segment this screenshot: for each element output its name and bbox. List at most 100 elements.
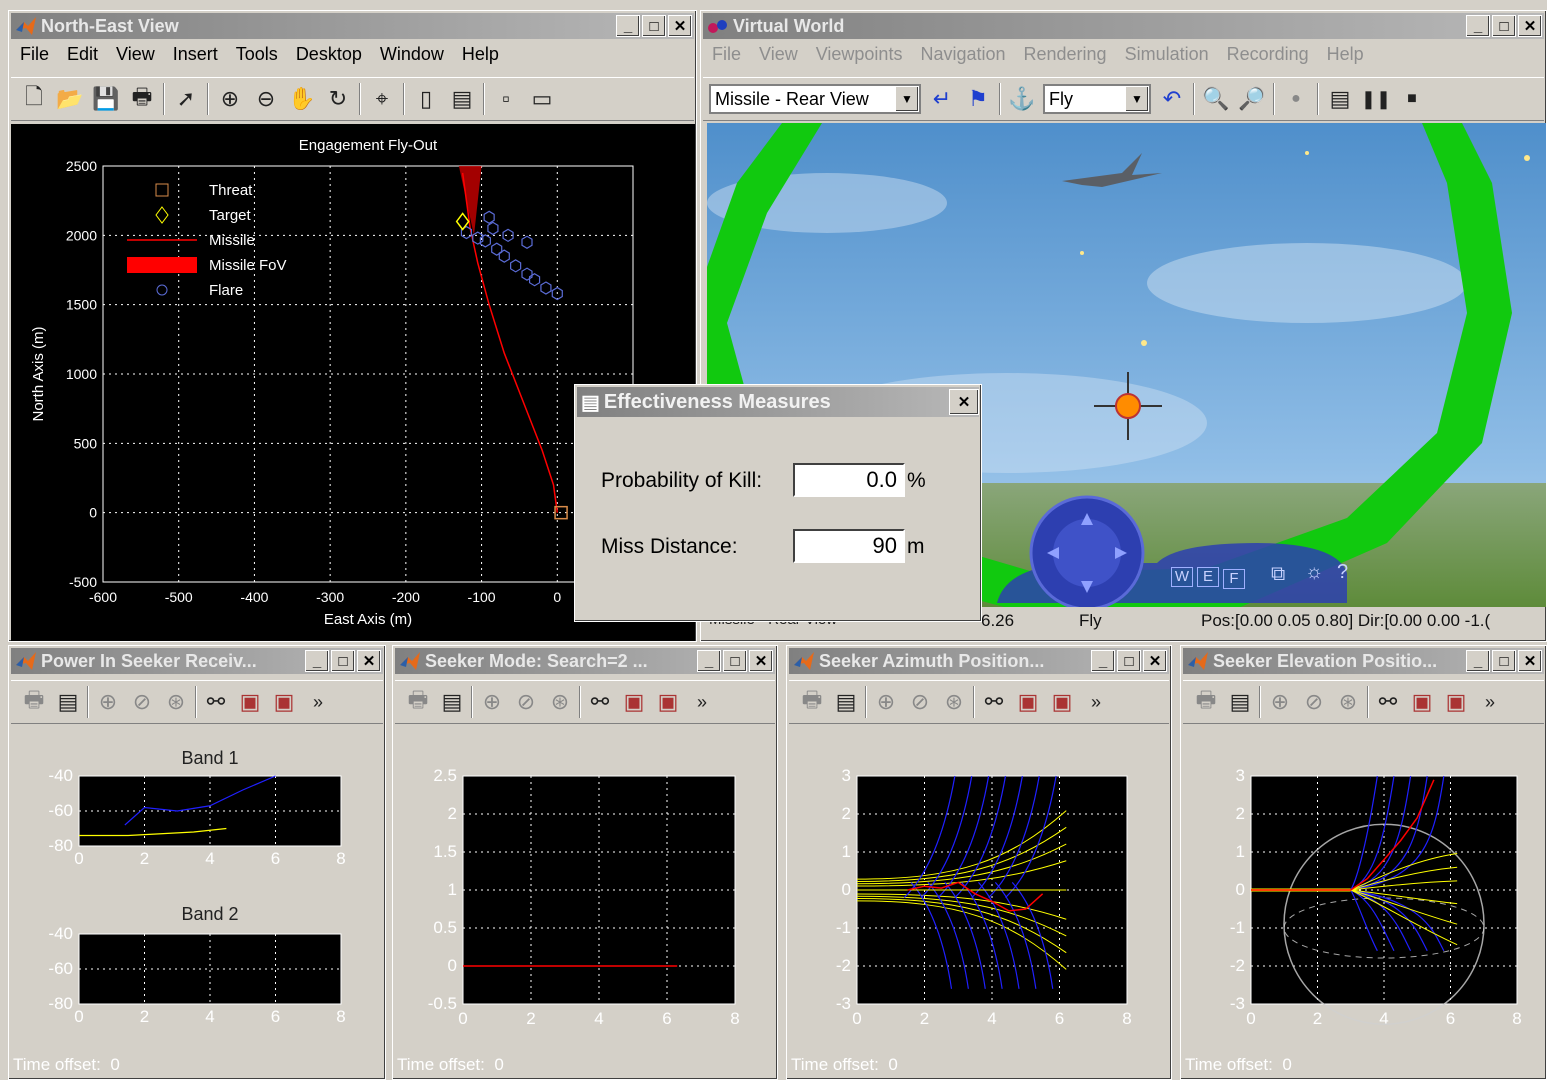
more-tools-icon[interactable]: » — [303, 686, 333, 718]
restore-axes-icon[interactable]: ▣ — [1441, 686, 1471, 718]
pan-hand-icon[interactable]: ✋ — [287, 83, 317, 115]
maximize-button[interactable]: □ — [642, 15, 666, 37]
more-tools-icon[interactable]: » — [1475, 686, 1505, 718]
maximize-button[interactable]: □ — [1117, 650, 1141, 672]
close-button[interactable]: ✕ — [949, 389, 979, 415]
nav-letter-e[interactable]: E — [1197, 567, 1219, 587]
print-icon[interactable]: 🖶 — [403, 686, 433, 718]
menu-viewpoints[interactable]: Viewpoints — [807, 44, 912, 65]
zoom-in-icon[interactable]: 🔍 — [1201, 83, 1231, 115]
rotate-3d-icon[interactable]: ↻ — [323, 83, 353, 115]
return-viewpoint-icon[interactable]: ↵ — [927, 83, 957, 115]
zoom-in-icon[interactable]: ⊕ — [215, 83, 245, 115]
viewpoint-select[interactable]: Missile - Rear View ▼ — [709, 84, 921, 114]
pk-field[interactable]: 0.0 — [793, 463, 905, 497]
navigation-mode-select[interactable]: Fly ▼ — [1043, 84, 1151, 114]
zoom-y-icon[interactable]: ⊛ — [1333, 686, 1363, 718]
menu-edit[interactable]: Edit — [58, 44, 107, 65]
record-icon[interactable]: ● — [1281, 83, 1311, 115]
menu-file[interactable]: File — [703, 44, 750, 65]
zoom-x-icon[interactable]: ⊘ — [511, 686, 541, 718]
minimize-button[interactable]: _ — [697, 650, 721, 672]
menu-recording[interactable]: Recording — [1218, 44, 1318, 65]
select-arrow-icon[interactable]: ➚ — [171, 83, 201, 115]
minimize-button[interactable]: _ — [1466, 15, 1490, 37]
minimize-button[interactable]: _ — [1466, 650, 1490, 672]
print-icon[interactable]: 🖶 — [1191, 686, 1221, 718]
more-tools-icon[interactable]: » — [687, 686, 717, 718]
scope-titlebar[interactable]: Seeker Mode: Search=2 ... _ □ ✕ — [395, 648, 775, 674]
stop-icon[interactable]: ■ — [1397, 83, 1427, 115]
close-button[interactable]: ✕ — [1143, 650, 1167, 672]
menu-insert[interactable]: Insert — [164, 44, 227, 65]
minimize-button[interactable]: _ — [305, 650, 329, 672]
straighten-up-icon[interactable]: ⚓ — [1007, 83, 1037, 115]
zoom-y-icon[interactable]: ⊛ — [939, 686, 969, 718]
dropdown-arrow-icon[interactable]: ▼ — [1125, 86, 1149, 112]
menu-window[interactable]: Window — [371, 44, 453, 65]
new-file-icon[interactable]: 🗋 — [19, 83, 49, 115]
zoom-out-icon[interactable]: ⊖ — [251, 83, 281, 115]
open-folder-icon[interactable]: 📂 — [55, 83, 85, 115]
minimize-button[interactable]: _ — [616, 15, 640, 37]
zoom-x-icon[interactable]: ⊘ — [1299, 686, 1329, 718]
restore-axes-icon[interactable]: ▣ — [1047, 686, 1077, 718]
scope-titlebar[interactable]: Seeker Azimuth Position... _ □ ✕ — [789, 648, 1169, 674]
maximize-button[interactable]: □ — [723, 650, 747, 672]
north-east-view-titlebar[interactable]: North-East View _ □ ✕ — [11, 13, 694, 39]
scope-chart[interactable]: 0 2 4 6 8-0.500.511.522.5 — [397, 728, 773, 1053]
pause-icon[interactable]: ❚❚ — [1361, 83, 1391, 115]
close-button[interactable]: ✕ — [749, 650, 773, 672]
zoom-icon[interactable]: ⊕ — [93, 686, 123, 718]
close-button[interactable]: ✕ — [357, 650, 381, 672]
scope-chart[interactable]: 0 2 4 6 8 -3 -2 -1 0 1 2 3 — [1185, 728, 1542, 1053]
restore-axes-icon[interactable]: ▣ — [653, 686, 683, 718]
scope-titlebar[interactable]: Power In Seeker Receiv... _ □ ✕ — [11, 648, 383, 674]
save-axes-icon[interactable]: ▣ — [619, 686, 649, 718]
md-field[interactable]: 90 — [793, 529, 905, 563]
zoom-y-icon[interactable]: ⊛ — [161, 686, 191, 718]
more-tools-icon[interactable]: » — [1081, 686, 1111, 718]
print-icon[interactable]: 🖶 — [19, 686, 49, 718]
save-axes-icon[interactable]: ▣ — [235, 686, 265, 718]
autoscale-binoculars-icon[interactable]: ⚯ — [979, 686, 1009, 718]
save-axes-icon[interactable]: ▣ — [1407, 686, 1437, 718]
nav-headlight-icon[interactable]: ☼ — [1305, 561, 1323, 584]
nav-letter-w[interactable]: W — [1171, 567, 1193, 587]
scope-chart[interactable]: Band 1 0 2 4 6 8 -40 -60 -80 Band 2 0 2 4 6 8 -40 -60 -80 — [13, 728, 381, 1053]
menu-help[interactable]: Help — [453, 44, 508, 65]
menu-view[interactable]: View — [107, 44, 164, 65]
dialog-titlebar[interactable]: ▤ Effectiveness Measures ✕ — [577, 387, 979, 417]
parameters-icon[interactable]: ▤ — [831, 686, 861, 718]
print-icon[interactable]: 🖶 — [127, 83, 157, 115]
close-button[interactable]: ✕ — [668, 15, 692, 37]
minimize-button[interactable]: _ — [1091, 650, 1115, 672]
parameters-icon[interactable]: ▤ — [53, 686, 83, 718]
maximize-button[interactable]: □ — [1492, 650, 1516, 672]
zoom-out-icon[interactable]: 🔎 — [1237, 83, 1267, 115]
save-icon[interactable]: 💾 — [91, 83, 121, 115]
close-button[interactable]: ✕ — [1518, 650, 1542, 672]
colorbar-icon[interactable]: ▯ — [411, 83, 441, 115]
autoscale-binoculars-icon[interactable]: ⚯ — [201, 686, 231, 718]
close-button[interactable]: ✕ — [1518, 15, 1542, 37]
undo-move-icon[interactable]: ↶ — [1157, 83, 1187, 115]
virtual-world-titlebar[interactable]: Virtual World _ □ ✕ — [703, 13, 1544, 39]
nav-help-icon[interactable]: ? — [1337, 561, 1348, 584]
menu-view[interactable]: View — [750, 44, 807, 65]
menu-rendering[interactable]: Rendering — [1015, 44, 1116, 65]
flag-icon[interactable]: ⚑ — [963, 83, 993, 115]
autoscale-binoculars-icon[interactable]: ⚯ — [1373, 686, 1403, 718]
zoom-icon[interactable]: ⊕ — [477, 686, 507, 718]
legend-icon[interactable]: ▤ — [447, 83, 477, 115]
nav-letter-f[interactable]: F — [1223, 569, 1245, 589]
parameters-icon[interactable]: ▤ — [1225, 686, 1255, 718]
nav-frame-icon[interactable]: ⧉ — [1271, 563, 1285, 586]
menu-help[interactable]: Help — [1318, 44, 1373, 65]
autoscale-binoculars-icon[interactable]: ⚯ — [585, 686, 615, 718]
save-axes-icon[interactable]: ▣ — [1013, 686, 1043, 718]
zoom-x-icon[interactable]: ⊘ — [905, 686, 935, 718]
simulation-parameters-icon[interactable]: ▤ — [1325, 83, 1355, 115]
zoom-x-icon[interactable]: ⊘ — [127, 686, 157, 718]
show-plot-tools-icon[interactable]: ▭ — [527, 83, 557, 115]
